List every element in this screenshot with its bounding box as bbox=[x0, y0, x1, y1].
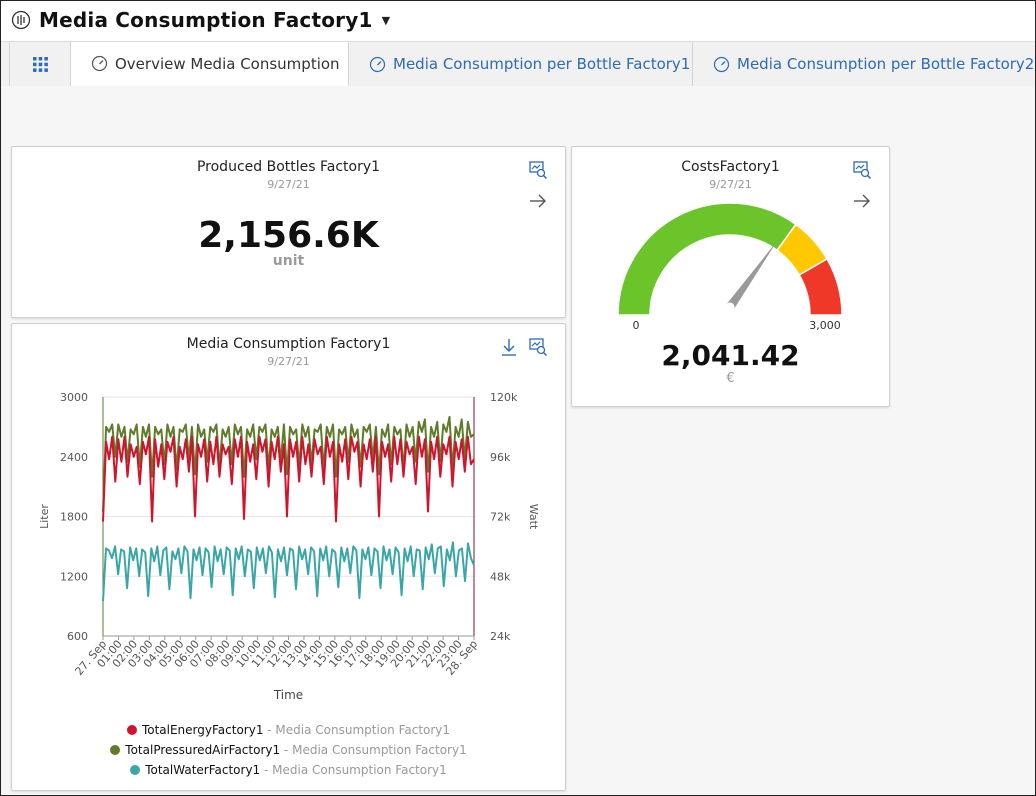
dashboard-title: Media Consumption Factory1 bbox=[39, 8, 373, 32]
gauge-min-label: 0 bbox=[633, 319, 640, 332]
analyze-icon[interactable] bbox=[852, 160, 872, 180]
y2-axis-title: Watt bbox=[527, 504, 540, 530]
tab-overview-media-consumption[interactable]: Overview Media Consumption bbox=[71, 42, 349, 86]
tab-label: Overview Media Consumption bbox=[115, 54, 340, 73]
y-tick-label: 1200 bbox=[60, 570, 88, 583]
card-title: Media Consumption Factory1 bbox=[186, 336, 391, 352]
gauge-icon bbox=[369, 56, 386, 72]
arrow-right-icon[interactable] bbox=[528, 191, 548, 211]
app-window: Media Consumption Factory1 ▼ Overview Me… bbox=[0, 0, 1036, 796]
series-line-TotalWaterFactory1 bbox=[102, 541, 475, 602]
legend-marker bbox=[126, 725, 137, 735]
legend-marker bbox=[130, 765, 141, 775]
gauge-value: 2,041.42 bbox=[661, 339, 800, 372]
tab-bar: Overview Media Consumption Media Consump… bbox=[1, 41, 1035, 87]
y-axis-title: Liter bbox=[38, 504, 51, 529]
card-date: 9/27/21 bbox=[267, 355, 310, 368]
gauge-max-label: 3,000 bbox=[809, 319, 841, 332]
tab-label: Media Consumption per Bottle Factory1 bbox=[393, 55, 691, 73]
tab-media-consumption-per-bottle-factory1[interactable]: Media Consumption per Bottle Factory1 bbox=[349, 42, 693, 86]
tab-label: Media Consumption per Bottle Factory2 bbox=[737, 55, 1035, 73]
y2-tick-label: 48k bbox=[490, 570, 511, 583]
y2-tick-label: 24k bbox=[490, 630, 511, 643]
gauge-unit: € bbox=[726, 371, 735, 386]
gauge-band-green bbox=[617, 202, 797, 316]
cost-gauge: 0 3,000 bbox=[617, 202, 843, 332]
dashboard-content: Produced Bottles Factory1 9/27/21 2,156.… bbox=[1, 86, 1035, 795]
gauge-icon bbox=[713, 56, 730, 72]
card-title: CostsFactory1 bbox=[681, 159, 780, 175]
dashboard-logo-icon bbox=[11, 10, 31, 30]
card-date: 9/27/21 bbox=[267, 178, 310, 191]
kpi-value: 2,156.6K bbox=[198, 215, 379, 256]
dashboard-header: Media Consumption Factory1 ▼ bbox=[1, 1, 1035, 39]
download-icon[interactable] bbox=[499, 337, 519, 357]
y2-tick-label: 72k bbox=[490, 511, 511, 524]
chart-card-media-consumption[interactable]: Media Consumption Factory1 9/27/21 3000 1… bbox=[11, 323, 566, 791]
gauge-needle bbox=[726, 240, 778, 310]
y-tick-label: 3000 bbox=[60, 391, 88, 404]
grid-icon bbox=[32, 56, 48, 72]
y2-tick-label: 120k bbox=[490, 391, 518, 404]
gauge-card-costs[interactable]: CostsFactory1 9/27/21 0 3,000 2,041.42 € bbox=[571, 146, 890, 407]
tab-media-consumption-per-bottle-factory2[interactable]: Media Consumption per Bottle Factory2 bbox=[693, 42, 1035, 86]
y-tick-label: 1800 bbox=[60, 511, 88, 524]
kpi-unit: unit bbox=[272, 253, 305, 269]
dashboard-dropdown-caret[interactable]: ▼ bbox=[382, 14, 390, 27]
analyze-icon[interactable] bbox=[528, 160, 548, 180]
legend-item-energy[interactable]: TotalEnergyFactory1 - Media Consumption … bbox=[12, 723, 565, 737]
media-consumption-chart: 3000 120k 2400 96k 1800 72k 1200 48k 600 24k Liter… bbox=[38, 391, 540, 702]
gauge-icon bbox=[91, 55, 108, 72]
legend-item-pressured-air[interactable]: TotalPressuredAirFactory1 - Media Consum… bbox=[12, 743, 565, 757]
analyze-icon[interactable] bbox=[528, 337, 548, 357]
legend-marker bbox=[110, 745, 121, 755]
tab-grid-view[interactable] bbox=[9, 42, 71, 86]
legend-item-water[interactable]: TotalWaterFactory1 - Media Consumption F… bbox=[12, 763, 565, 777]
kpi-card-produced-bottles[interactable]: Produced Bottles Factory1 9/27/21 2,156.… bbox=[11, 146, 566, 318]
x-axis-title: Time bbox=[273, 688, 303, 702]
y2-tick-label: 96k bbox=[490, 451, 511, 464]
card-title: Produced Bottles Factory1 bbox=[196, 159, 381, 175]
y-tick-label: 2400 bbox=[60, 451, 88, 464]
y-tick-label: 600 bbox=[67, 630, 88, 643]
